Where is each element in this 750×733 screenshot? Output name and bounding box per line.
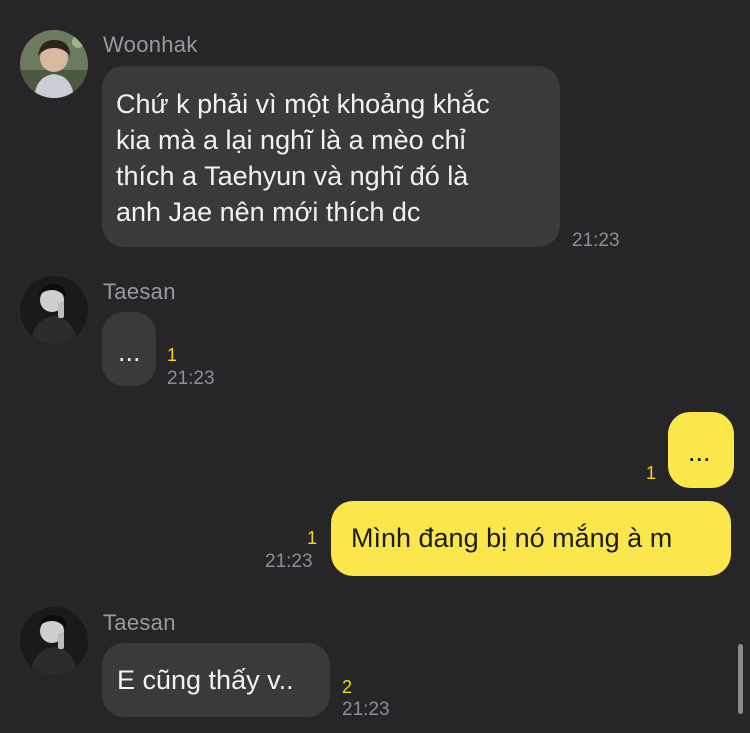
sender-name: Taesan xyxy=(103,610,176,635)
avatar-taesan[interactable] xyxy=(20,607,88,675)
scrollbar-thumb[interactable] xyxy=(738,644,743,714)
message-text-line: kia mà a lại nghĩ là a mèo chỉ xyxy=(116,125,466,155)
message-bubble[interactable]: E cũng thấy v.. xyxy=(102,643,330,717)
message-text-line: Chứ k phải vì một khoảng khắc xyxy=(116,89,490,119)
avatar-woonhak[interactable] xyxy=(20,30,88,98)
message-timestamp: 21:23 xyxy=(572,230,620,251)
message-text: ... xyxy=(118,337,141,367)
unread-count: 1 xyxy=(307,528,318,548)
avatar-taesan[interactable] xyxy=(20,276,88,344)
message-bubble[interactable]: ... xyxy=(102,312,156,386)
sender-name: Woonhak xyxy=(103,32,198,57)
message-timestamp: 21:23 xyxy=(342,699,390,720)
message-text: Mình đang bị nó mắng à m xyxy=(351,523,673,553)
unread-count: 1 xyxy=(167,345,178,365)
message-text-line: anh Jae nên mới thích dc xyxy=(116,197,421,227)
message-timestamp: 21:23 xyxy=(167,368,215,389)
unread-count: 2 xyxy=(342,677,353,697)
message-bubble[interactable]: Mình đang bị nó mắng à m xyxy=(331,501,731,576)
message-text: ... xyxy=(688,437,711,467)
message-text: E cũng thấy v.. xyxy=(117,665,294,695)
unread-count: 1 xyxy=(646,463,657,483)
message-text-line: thích a Taehyun và nghĩ đó là xyxy=(116,161,469,191)
message-bubble[interactable]: ... xyxy=(668,412,734,488)
message-bubble[interactable]: Chứ k phải vì một khoảng khắc kia mà a l… xyxy=(102,66,560,247)
message-timestamp: 21:23 xyxy=(265,551,313,572)
sender-name: Taesan xyxy=(103,279,176,304)
